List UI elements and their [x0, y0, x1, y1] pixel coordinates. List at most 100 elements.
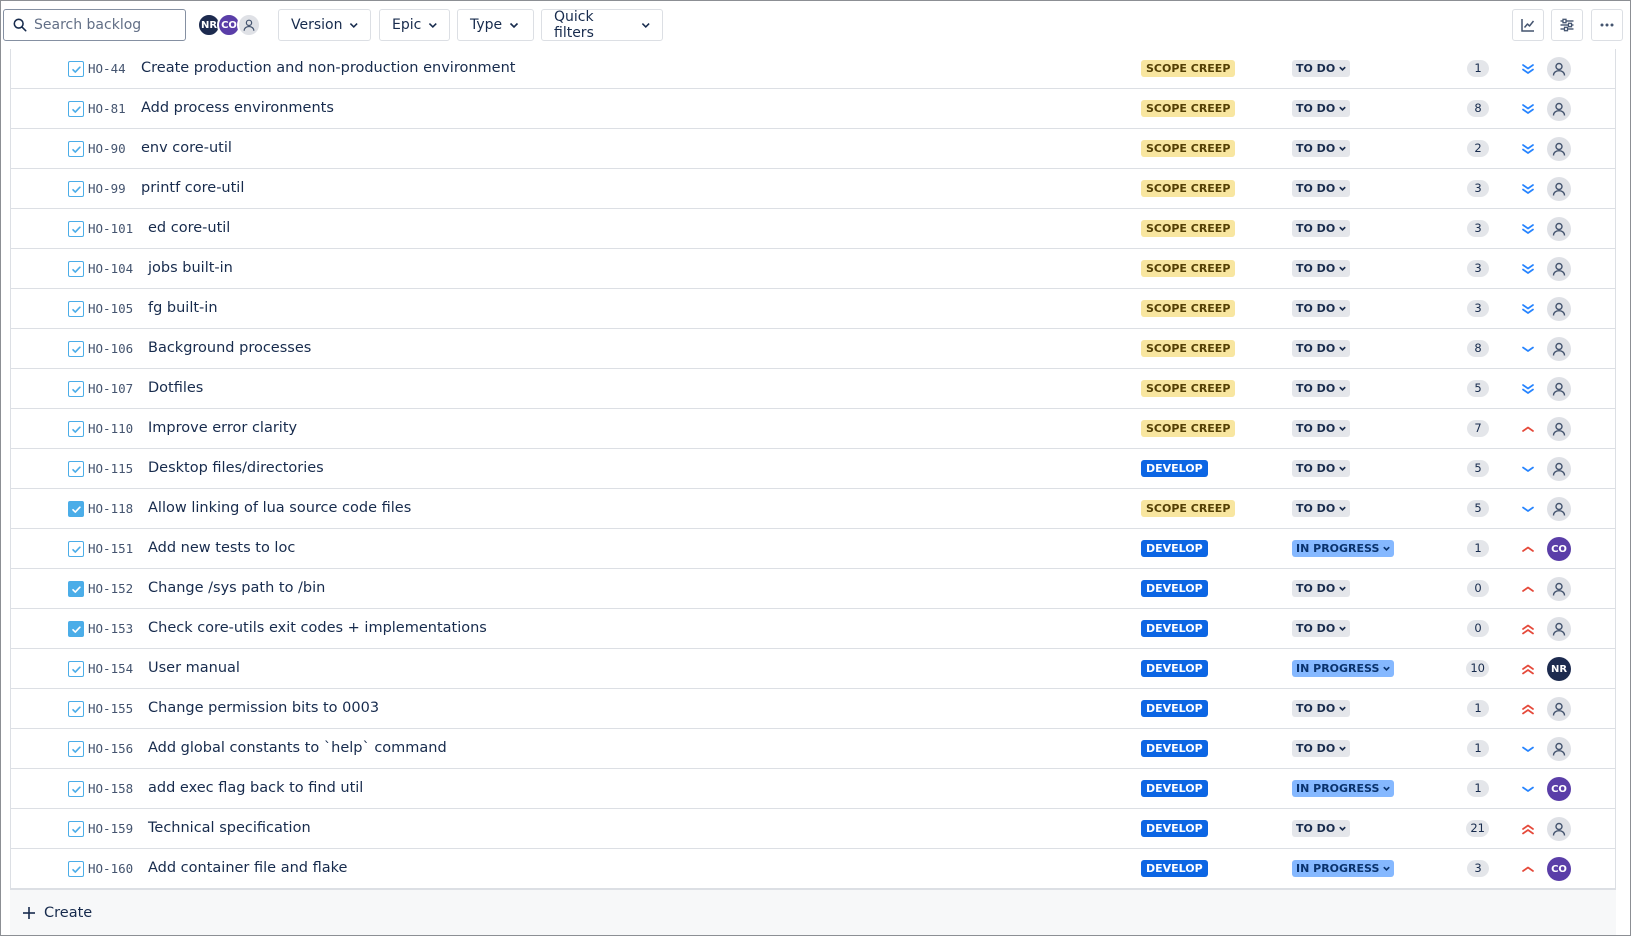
- task-type-icon[interactable]: [68, 301, 84, 317]
- issue-key[interactable]: HO-106: [88, 341, 133, 356]
- issue-key[interactable]: HO-107: [88, 381, 133, 396]
- story-points-badge[interactable]: 10: [1466, 660, 1489, 677]
- unassigned-avatar[interactable]: [1547, 177, 1571, 201]
- epic-lozenge[interactable]: SCOPE CREEP: [1141, 100, 1236, 117]
- issue-key[interactable]: HO-90: [88, 141, 126, 156]
- backlog-row[interactable]: HO-90 env core-util SCOPE CREEP TO DO 2: [11, 129, 1615, 169]
- task-type-icon[interactable]: [68, 381, 84, 397]
- status-dropdown[interactable]: TO DO: [1292, 100, 1351, 117]
- issue-key[interactable]: HO-115: [88, 461, 133, 476]
- insights-button[interactable]: [1512, 9, 1544, 41]
- assignee-avatar[interactable]: NR: [1547, 657, 1571, 681]
- story-points-badge[interactable]: 8: [1467, 340, 1489, 357]
- epic-lozenge[interactable]: SCOPE CREEP: [1141, 260, 1236, 277]
- backlog-row[interactable]: HO-99 printf core-util SCOPE CREEP TO DO 3: [11, 169, 1615, 209]
- unassigned-avatar[interactable]: [1547, 97, 1571, 121]
- backlog-row[interactable]: HO-151 Add new tests to loc DEVELOP IN PROG…: [11, 529, 1615, 569]
- task-type-icon[interactable]: [68, 461, 84, 477]
- status-dropdown[interactable]: TO DO: [1292, 820, 1351, 837]
- issue-summary[interactable]: Change /sys path to /bin: [148, 580, 325, 596]
- backlog-row[interactable]: HO-156 Add global constants to `help` com…: [11, 729, 1615, 769]
- issue-summary[interactable]: Change permission bits to 0003: [148, 700, 379, 716]
- epic-lozenge[interactable]: DEVELOP: [1141, 780, 1208, 797]
- task-type-icon[interactable]: [68, 861, 84, 877]
- story-points-badge[interactable]: 8: [1467, 100, 1489, 117]
- backlog-row[interactable]: HO-159 Technical specification DEVELOP TO D…: [11, 809, 1615, 849]
- epic-lozenge[interactable]: DEVELOP: [1141, 700, 1208, 717]
- task-type-icon[interactable]: [68, 581, 84, 597]
- task-type-icon[interactable]: [68, 61, 84, 77]
- status-dropdown[interactable]: IN PROGRESS: [1292, 780, 1395, 797]
- create-issue-button[interactable]: Create: [10, 890, 1616, 935]
- story-points-badge[interactable]: 5: [1467, 500, 1489, 517]
- status-dropdown[interactable]: TO DO: [1292, 140, 1351, 157]
- epic-lozenge[interactable]: SCOPE CREEP: [1141, 140, 1236, 157]
- epic-lozenge[interactable]: DEVELOP: [1141, 580, 1208, 597]
- issue-summary[interactable]: Technical specification: [148, 820, 311, 836]
- epic-lozenge[interactable]: SCOPE CREEP: [1141, 300, 1236, 317]
- task-type-icon[interactable]: [68, 341, 84, 357]
- issue-key[interactable]: HO-118: [88, 501, 133, 516]
- issue-summary[interactable]: Add process environments: [141, 100, 334, 116]
- status-dropdown[interactable]: TO DO: [1292, 260, 1351, 277]
- search-input[interactable]: [34, 17, 179, 33]
- status-dropdown[interactable]: TO DO: [1292, 700, 1351, 717]
- story-points-badge[interactable]: 1: [1467, 700, 1489, 717]
- issue-key[interactable]: HO-99: [88, 181, 126, 196]
- issue-summary[interactable]: Create production and non-production env…: [141, 60, 515, 76]
- task-type-icon[interactable]: [68, 781, 84, 797]
- issue-summary[interactable]: Dotfiles: [148, 380, 203, 396]
- assignee-avatar[interactable]: CO: [1547, 537, 1571, 561]
- story-points-badge[interactable]: 2: [1467, 140, 1489, 157]
- issue-summary[interactable]: add exec flag back to find util: [148, 780, 363, 796]
- avatar-unassigned[interactable]: [237, 13, 261, 37]
- story-points-badge[interactable]: 5: [1467, 380, 1489, 397]
- status-dropdown[interactable]: TO DO: [1292, 340, 1351, 357]
- task-type-icon[interactable]: [68, 261, 84, 277]
- issue-key[interactable]: HO-156: [88, 741, 133, 756]
- issue-summary[interactable]: Check core-utils exit codes + implementa…: [148, 620, 487, 636]
- task-type-icon[interactable]: [68, 661, 84, 677]
- issue-key[interactable]: HO-105: [88, 301, 133, 316]
- task-type-icon[interactable]: [68, 741, 84, 757]
- issue-key[interactable]: HO-159: [88, 821, 133, 836]
- issue-key[interactable]: HO-81: [88, 101, 126, 116]
- status-dropdown[interactable]: TO DO: [1292, 580, 1351, 597]
- issue-summary[interactable]: Allow linking of lua source code files: [148, 500, 411, 516]
- issue-summary[interactable]: ed core-util: [148, 220, 230, 236]
- unassigned-avatar[interactable]: [1547, 577, 1571, 601]
- unassigned-avatar[interactable]: [1547, 697, 1571, 721]
- epic-lozenge[interactable]: DEVELOP: [1141, 620, 1208, 637]
- issue-summary[interactable]: Background processes: [148, 340, 311, 356]
- epic-lozenge[interactable]: SCOPE CREEP: [1141, 340, 1236, 357]
- task-type-icon[interactable]: [68, 821, 84, 837]
- epic-lozenge[interactable]: SCOPE CREEP: [1141, 380, 1236, 397]
- story-points-badge[interactable]: 5: [1467, 460, 1489, 477]
- epic-lozenge[interactable]: DEVELOP: [1141, 860, 1208, 877]
- unassigned-avatar[interactable]: [1547, 57, 1571, 81]
- epic-lozenge[interactable]: DEVELOP: [1141, 540, 1208, 557]
- unassigned-avatar[interactable]: [1547, 457, 1571, 481]
- status-dropdown[interactable]: IN PROGRESS: [1292, 860, 1395, 877]
- backlog-row[interactable]: HO-44 Create production and non-productio…: [11, 49, 1615, 89]
- epic-lozenge[interactable]: SCOPE CREEP: [1141, 60, 1236, 77]
- story-points-badge[interactable]: 3: [1467, 860, 1489, 877]
- issue-summary[interactable]: jobs built-in: [148, 260, 233, 276]
- status-dropdown[interactable]: TO DO: [1292, 620, 1351, 637]
- issue-summary[interactable]: printf core-util: [141, 180, 244, 196]
- story-points-badge[interactable]: 21: [1466, 820, 1489, 837]
- issue-key[interactable]: HO-110: [88, 421, 133, 436]
- unassigned-avatar[interactable]: [1547, 257, 1571, 281]
- unassigned-avatar[interactable]: [1547, 497, 1571, 521]
- task-type-icon[interactable]: [68, 621, 84, 637]
- search-box[interactable]: [3, 9, 186, 41]
- unassigned-avatar[interactable]: [1547, 737, 1571, 761]
- backlog-row[interactable]: HO-104 jobs built-in SCOPE CREEP TO DO 3: [11, 249, 1615, 289]
- issue-key[interactable]: HO-155: [88, 701, 133, 716]
- issue-summary[interactable]: User manual: [148, 660, 240, 676]
- story-points-badge[interactable]: 0: [1467, 580, 1489, 597]
- assignee-avatar[interactable]: CO: [1547, 777, 1571, 801]
- issue-key[interactable]: HO-104: [88, 261, 133, 276]
- story-points-badge[interactable]: 1: [1467, 60, 1489, 77]
- story-points-badge[interactable]: 7: [1467, 420, 1489, 437]
